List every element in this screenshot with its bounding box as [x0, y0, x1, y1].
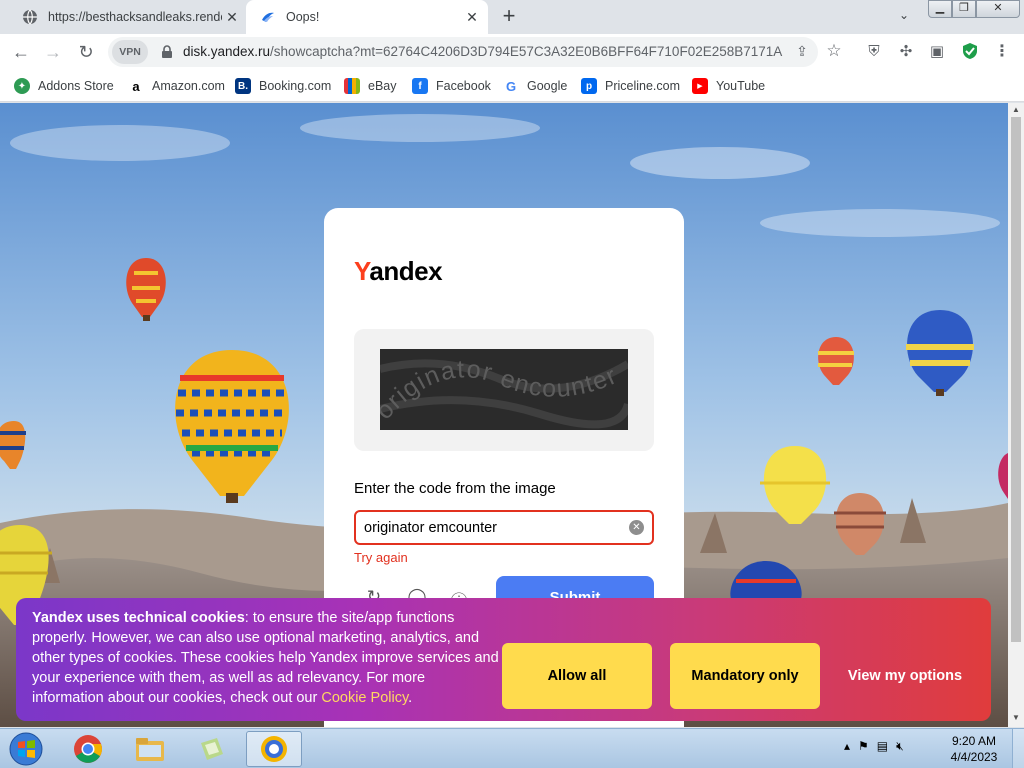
cookie-text: Yandex uses technical cookies: to ensure…	[32, 608, 500, 708]
close-window-button[interactable]: ✕	[976, 0, 1020, 18]
app-logo-icon	[261, 736, 287, 762]
more-menu-icon[interactable]: ⋮	[992, 42, 1012, 62]
tab-strip: https://besthacksandleaks.rende ✕ Oops! …	[0, 0, 1024, 34]
browser-toolbar: ← → ↻ VPN disk.yandex.ru/showcaptcha?mt=…	[0, 34, 1024, 70]
chrome-icon	[74, 735, 102, 763]
close-tab-icon[interactable]: ✕	[222, 7, 242, 27]
url-text[interactable]: disk.yandex.ru/showcaptcha?mt=62764C4206…	[183, 44, 783, 59]
bookmarks-bar: ✦ Addons Store a Amazon.com B. Booking.c…	[0, 70, 1024, 102]
captcha-input-wrapper: ✕	[354, 510, 654, 545]
chevron-down-icon[interactable]: ⌄	[894, 8, 914, 26]
cookie-text-bold: Yandex uses technical cookies	[32, 610, 245, 626]
tab-title: Oops!	[286, 10, 320, 24]
windows-taskbar: ▴ ⚑ ▤ 🔇︎ 9:20 AM 4/4/2023	[0, 728, 1024, 768]
maximize-button[interactable]: ❐	[952, 0, 976, 18]
clear-input-icon[interactable]: ✕	[629, 520, 644, 535]
reload-button[interactable]: ↻	[74, 40, 98, 64]
lock-icon[interactable]	[160, 45, 174, 59]
captcha-prompt: Enter the code from the image	[354, 480, 556, 497]
tab-besthacks[interactable]: https://besthacksandleaks.rende ✕	[8, 0, 248, 34]
globe-icon	[23, 9, 37, 25]
youtube-icon: ▶	[692, 78, 708, 94]
back-button[interactable]: ←	[9, 40, 33, 64]
bookmark-label: YouTube	[716, 79, 766, 93]
captcha-image: originator encounter	[380, 349, 628, 430]
security-check-icon[interactable]	[960, 42, 980, 62]
bookmark-label: Addons Store	[38, 79, 114, 93]
tab-title: https://besthacksandleaks.rende	[48, 10, 222, 24]
minimize-button[interactable]: ▁	[928, 0, 952, 18]
page-content: Yandex originator encounter Enter the co…	[0, 103, 1008, 727]
start-button[interactable]	[6, 731, 46, 767]
side-panel-icon[interactable]: ▣	[927, 42, 947, 62]
amazon-icon: a	[132, 78, 140, 94]
system-tray: ▴ ⚑ ▤ 🔇︎	[844, 739, 904, 754]
yandex-logo-y: Y	[354, 256, 370, 286]
bookmark-google[interactable]: G Google	[503, 77, 567, 95]
yandex-disk-icon	[262, 12, 274, 22]
taskbar-clock[interactable]: 9:20 AM 4/4/2023	[944, 733, 1004, 765]
clock-date: 4/4/2023	[950, 750, 998, 764]
scroll-down-arrow[interactable]: ▼	[1008, 713, 1024, 722]
yandex-logo-rest: andex	[369, 256, 443, 286]
taskbar-chrome[interactable]	[60, 731, 116, 767]
bookmark-label: Facebook	[436, 79, 491, 93]
bookmark-label: eBay	[368, 79, 397, 93]
addons-store-icon: ✦	[14, 78, 30, 94]
cookie-text-tail: .	[408, 690, 413, 706]
cookie-policy-link[interactable]: Cookie Policy	[321, 690, 408, 706]
google-icon: G	[505, 78, 517, 94]
app-icon	[201, 738, 223, 760]
show-desktop-button[interactable]	[1012, 729, 1024, 768]
vpn-badge[interactable]: VPN	[112, 40, 148, 64]
ebay-icon	[344, 78, 360, 94]
url-host: disk.yandex.ru	[183, 44, 271, 59]
network-icon[interactable]: ▤	[877, 739, 888, 754]
shield-extension-icon[interactable]: ⛨	[864, 42, 884, 62]
mandatory-only-button[interactable]: Mandatory only	[670, 643, 820, 709]
bookmark-star-icon[interactable]: ☆	[824, 41, 844, 60]
bookmark-facebook[interactable]: f Facebook	[412, 77, 491, 95]
yandex-logo: Yandex	[354, 256, 443, 287]
taskbar-active-app[interactable]	[246, 731, 302, 767]
allow-all-button[interactable]: Allow all	[502, 643, 652, 709]
close-tab-icon[interactable]: ✕	[462, 7, 482, 27]
bookmark-label: Amazon.com	[152, 79, 225, 93]
scrollbar-thumb[interactable]	[1011, 117, 1021, 642]
captcha-input[interactable]	[364, 518, 624, 538]
taskbar-explorer[interactable]	[122, 731, 178, 767]
tab-oops[interactable]: Oops! ✕	[246, 0, 488, 34]
bookmark-label: Google	[527, 79, 568, 93]
cookie-banner: Yandex uses technical cookies: to ensure…	[16, 598, 991, 721]
action-center-flag-icon[interactable]: ⚑	[858, 739, 869, 754]
facebook-icon: f	[412, 78, 428, 94]
taskbar-app[interactable]	[184, 731, 240, 767]
address-bar[interactable]: VPN disk.yandex.ru/showcaptcha?mt=62764C…	[108, 37, 842, 67]
folder-icon	[136, 738, 164, 761]
extensions-puzzle-icon[interactable]: ✣	[896, 42, 916, 62]
priceline-icon: p	[581, 78, 597, 94]
volume-muted-icon[interactable]: 🔇︎	[896, 739, 904, 754]
bookmark-booking[interactable]: B. Booking.com	[235, 77, 331, 95]
bookmark-amazon[interactable]: a Amazon.com	[128, 77, 225, 95]
clock-time: 9:20 AM	[951, 734, 997, 748]
scroll-up-arrow[interactable]: ▲	[1008, 105, 1024, 114]
bookmark-label: Booking.com	[259, 79, 332, 93]
captcha-image-box: originator encounter	[354, 329, 654, 451]
bookmark-label: Priceline.com	[605, 79, 681, 93]
page-scrollbar[interactable]: ▲ ▼	[1008, 103, 1024, 727]
view-my-options-button[interactable]: View my options	[832, 643, 978, 709]
booking-icon: B.	[235, 78, 251, 94]
bookmark-youtube[interactable]: ▶ YouTube	[692, 77, 765, 95]
error-message: Try again	[354, 550, 408, 565]
bookmark-addons-store[interactable]: ✦ Addons Store	[14, 77, 114, 95]
bookmark-ebay[interactable]: eBay	[344, 77, 397, 95]
share-icon[interactable]: ⇪	[792, 43, 812, 61]
bookmark-priceline[interactable]: p Priceline.com	[581, 77, 680, 95]
new-tab-button[interactable]: +	[496, 5, 522, 29]
url-path: /showcaptcha?mt=62764C4206D3D794E57C3A32…	[270, 44, 783, 59]
tray-expand-icon[interactable]: ▴	[844, 739, 850, 754]
forward-button[interactable]: →	[41, 40, 65, 64]
